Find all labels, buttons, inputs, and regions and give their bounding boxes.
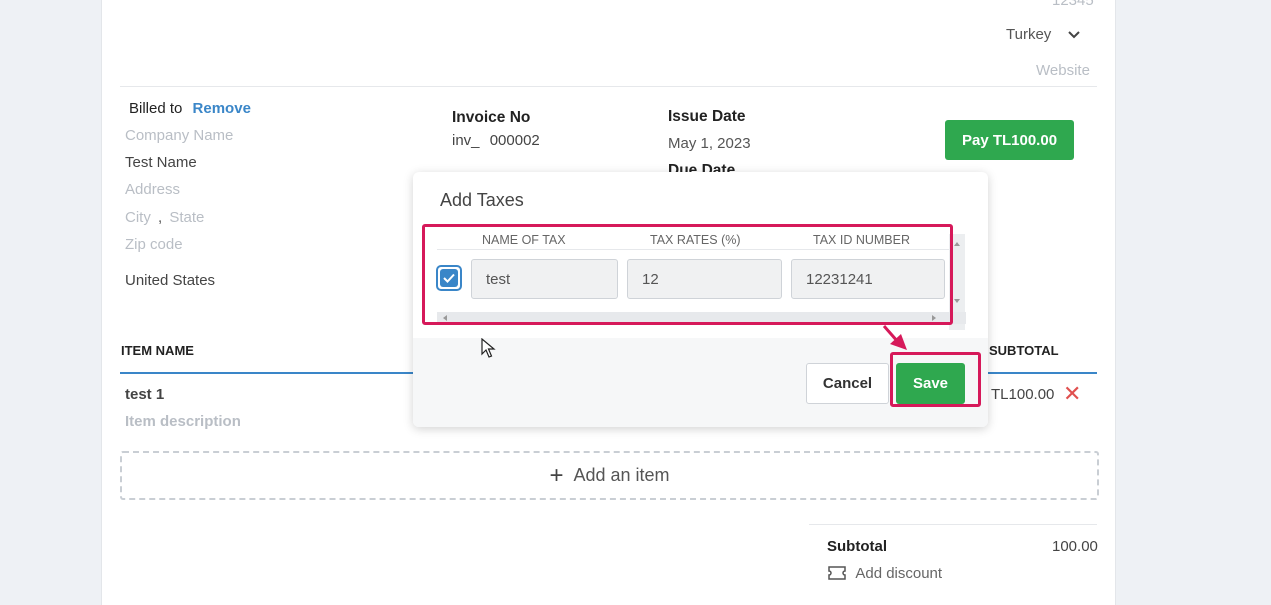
state-field[interactable]: State — [169, 209, 204, 226]
company-name-field[interactable]: Company Name — [125, 127, 233, 144]
add-discount-label: Add discount — [855, 565, 943, 582]
city-state-row: City , State — [125, 209, 204, 226]
company-website-field[interactable]: Website — [1036, 62, 1090, 79]
billed-to-heading: Billed to Remove — [129, 100, 251, 117]
item-description-field[interactable]: Item description — [125, 413, 241, 430]
item-subtotal: TL100.00 — [991, 386, 1055, 403]
company-country-value: Turkey — [1006, 26, 1052, 43]
invoice-prefix: inv_ — [452, 132, 480, 149]
subtotal-label: Subtotal — [827, 538, 887, 555]
add-discount-button[interactable]: Add discount — [828, 565, 942, 582]
col-subtotal: SUBTOTAL — [989, 343, 1059, 358]
cancel-button[interactable]: Cancel — [806, 363, 889, 404]
col-item-name: ITEM NAME — [121, 343, 194, 358]
item-name-field[interactable]: test 1 — [125, 386, 164, 403]
ticket-icon — [828, 566, 846, 580]
billed-to-label: Billed to — [129, 100, 183, 117]
client-country-field[interactable]: United States — [125, 272, 215, 289]
remove-client-link[interactable]: Remove — [193, 100, 251, 117]
zip-field[interactable]: Zip code — [125, 236, 183, 253]
totals-divider — [809, 524, 1097, 525]
company-zip[interactable]: 12345 — [1052, 0, 1094, 9]
invoice-no-row: inv_ 000002 — [452, 132, 540, 149]
divider — [120, 86, 1097, 87]
client-name-field[interactable]: Test Name — [125, 154, 197, 171]
modal-title: Add Taxes — [440, 190, 524, 210]
annotation-arrow-icon — [882, 325, 907, 350]
remove-item-close-icon[interactable]: ✕ — [1063, 381, 1081, 407]
company-country-select[interactable]: Turkey — [1006, 26, 1081, 43]
pay-button[interactable]: Pay TL100.00 — [945, 120, 1074, 160]
plus-icon: + — [549, 461, 564, 489]
chevron-down-icon — [1068, 31, 1081, 39]
tax-table-highlight — [422, 224, 953, 325]
city-field[interactable]: City — [125, 209, 151, 226]
add-taxes-modal: Add Taxes NAME OF TAX TAX RATES (%) TAX … — [413, 172, 988, 427]
subtotal-value: 100.00 — [1052, 538, 1098, 555]
add-item-label: Add an item — [573, 465, 670, 485]
invoice-number-field[interactable]: 000002 — [490, 132, 540, 149]
issue-date-field[interactable]: May 1, 2023 — [668, 135, 751, 152]
issue-date-label: Issue Date — [668, 108, 746, 125]
cursor-icon — [481, 338, 496, 358]
add-item-button[interactable]: + Add an item — [120, 451, 1099, 500]
address-field[interactable]: Address — [125, 181, 180, 198]
invoice-no-label: Invoice No — [452, 109, 531, 126]
city-state-separator: , — [158, 209, 163, 226]
